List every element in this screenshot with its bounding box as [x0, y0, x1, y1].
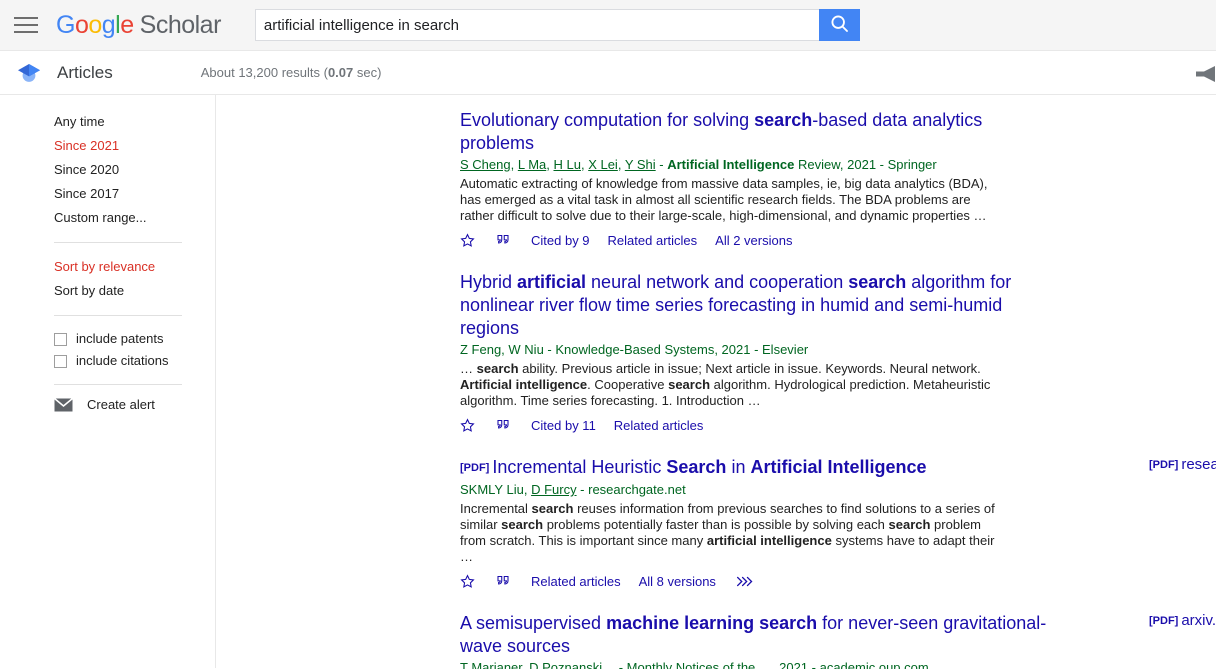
envelope-icon — [54, 397, 73, 412]
result-snippet: Automatic extracting of knowledge from m… — [460, 176, 988, 223]
google-scholar-logo[interactable]: Google Scholar — [56, 11, 221, 40]
save-star-icon[interactable] — [460, 232, 475, 248]
megaphone-icon[interactable] — [1193, 63, 1216, 85]
sidebar-divider — [54, 384, 182, 385]
search-input[interactable] — [254, 9, 819, 41]
sidebar-item-sort-by-date[interactable]: Sort by date — [0, 279, 215, 303]
result-action-link[interactable]: All 2 versions — [715, 233, 792, 248]
result-count: About 13,200 results (0.07 sec) — [201, 65, 382, 80]
menu-line — [14, 31, 38, 33]
checkbox-box[interactable] — [54, 332, 67, 346]
result-actions: Cited by 9 Related articles All 2 versions — [460, 231, 1216, 249]
search-bar — [254, 9, 860, 41]
result-authors-source: SKMLY Liu, D Furcy - researchgate.net — [460, 482, 686, 497]
result-action-link[interactable]: Related articles — [614, 418, 704, 433]
sidebar-item-custom-range[interactable]: Custom range... — [0, 206, 215, 230]
result-action-link[interactable]: Cited by 11 — [531, 418, 596, 433]
logo-letter-o1: o — [74, 10, 89, 39]
result-authors-source: S Cheng, L Ma, H Lu, X Lei, Y Shi - Arti… — [460, 157, 937, 172]
sidebar-filters: Any time Since 2021 Since 2020 Since 201… — [0, 95, 216, 668]
logo-letter-e: e — [120, 10, 134, 39]
result-title-link[interactable]: [PDF] Incremental Heuristic Search in Art… — [460, 456, 1060, 480]
create-alert-label: Create alert — [87, 397, 155, 412]
menu-line — [14, 17, 38, 19]
cite-quote-icon[interactable] — [495, 233, 511, 248]
sidebar-item-since-2021[interactable]: Since 2021 — [0, 134, 215, 158]
result-pdf-source-link[interactable]: [PDF]arxiv.org — [1149, 612, 1216, 629]
result-title-link[interactable]: Evolutionary computation for solving sea… — [460, 109, 1060, 155]
more-chevrons-icon[interactable] — [736, 575, 754, 588]
cite-quote-icon[interactable] — [495, 574, 511, 589]
save-star-icon[interactable] — [460, 417, 475, 433]
cite-quote-icon[interactable] — [495, 418, 511, 433]
page-body: Any time Since 2021 Since 2020 Since 201… — [0, 95, 1216, 669]
top-header-bar: Google Scholar — [0, 0, 1216, 51]
search-button[interactable] — [818, 9, 860, 41]
logo-letter-g2: g — [101, 10, 116, 39]
search-result-item: Hybrid artificial neural network and coo… — [216, 271, 1216, 434]
pdf-tag: [PDF] — [1149, 615, 1179, 627]
checkbox-label: include citations — [76, 353, 169, 368]
result-title-link[interactable]: Hybrid artificial neural network and coo… — [460, 271, 1060, 340]
sidebar-item-sort-by-relevance[interactable]: Sort by relevance — [0, 255, 215, 279]
result-snippet: Incremental search reuses information fr… — [460, 501, 995, 564]
pdf-source-label: arxiv.org — [1181, 612, 1216, 629]
sidebar-checkbox-include-patents[interactable]: include patents — [0, 328, 215, 350]
result-count-time: 0.07 — [327, 65, 354, 80]
result-actions: Cited by 11 Related articles — [460, 416, 1216, 434]
articles-label: Articles — [57, 62, 113, 82]
sidebar-item-since-2020[interactable]: Since 2020 — [0, 158, 215, 182]
sidebar-checkbox-include-citations[interactable]: include citations — [0, 350, 215, 372]
search-result-item: Evolutionary computation for solving sea… — [216, 109, 1216, 249]
sidebar-divider — [54, 315, 182, 316]
result-actions: Related articles All 8 versions — [460, 572, 1216, 590]
result-authors-source: T Marianer, D Poznanski… - Monthly Notic… — [460, 660, 929, 669]
result-action-link[interactable]: Cited by 9 — [531, 233, 590, 248]
sidebar-item-any-time[interactable]: Any time — [0, 110, 215, 134]
pdf-tag: [PDF] — [1149, 459, 1179, 471]
search-result-item: [PDF] Incremental Heuristic Search in Art… — [216, 456, 1216, 590]
result-action-link[interactable]: Related articles — [531, 574, 621, 589]
sidebar-item-since-2017[interactable]: Since 2017 — [0, 182, 215, 206]
hamburger-menu-icon[interactable] — [14, 12, 40, 38]
result-snippet: … search ability. Previous article in is… — [460, 361, 991, 408]
logo-word-scholar: Scholar — [139, 10, 222, 39]
pdf-source-label: researchgate.net — [1181, 456, 1216, 473]
result-authors-source: Z Feng, W Niu - Knowledge-Based Systems,… — [460, 342, 809, 357]
logo-letter-g: G — [56, 10, 75, 39]
save-star-icon[interactable] — [460, 573, 475, 589]
result-count-suffix: sec) — [353, 65, 382, 80]
result-action-link[interactable]: All 8 versions — [639, 574, 716, 589]
result-action-link[interactable]: Related articles — [608, 233, 698, 248]
result-count-prefix: About 13,200 results ( — [200, 65, 328, 80]
create-alert-button[interactable]: Create alert — [0, 397, 215, 412]
checkbox-box[interactable] — [54, 354, 67, 368]
scholar-articles-icon — [16, 60, 42, 86]
search-icon — [829, 13, 850, 37]
checkbox-label: include patents — [76, 331, 164, 346]
logo-letter-o2: o — [88, 10, 102, 39]
menu-line — [14, 24, 38, 26]
results-info-bar: Articles About 13,200 results (0.07 sec) — [0, 51, 1216, 95]
result-title-link[interactable]: A semisupervised machine learning search… — [460, 612, 1060, 658]
sidebar-divider — [54, 242, 182, 243]
search-results-list: Evolutionary computation for solving sea… — [216, 95, 1216, 669]
search-result-item: A semisupervised machine learning search… — [216, 612, 1216, 669]
result-pdf-source-link[interactable]: [PDF]researchgate.net — [1149, 456, 1216, 473]
pdf-tag: [PDF] — [460, 462, 490, 474]
